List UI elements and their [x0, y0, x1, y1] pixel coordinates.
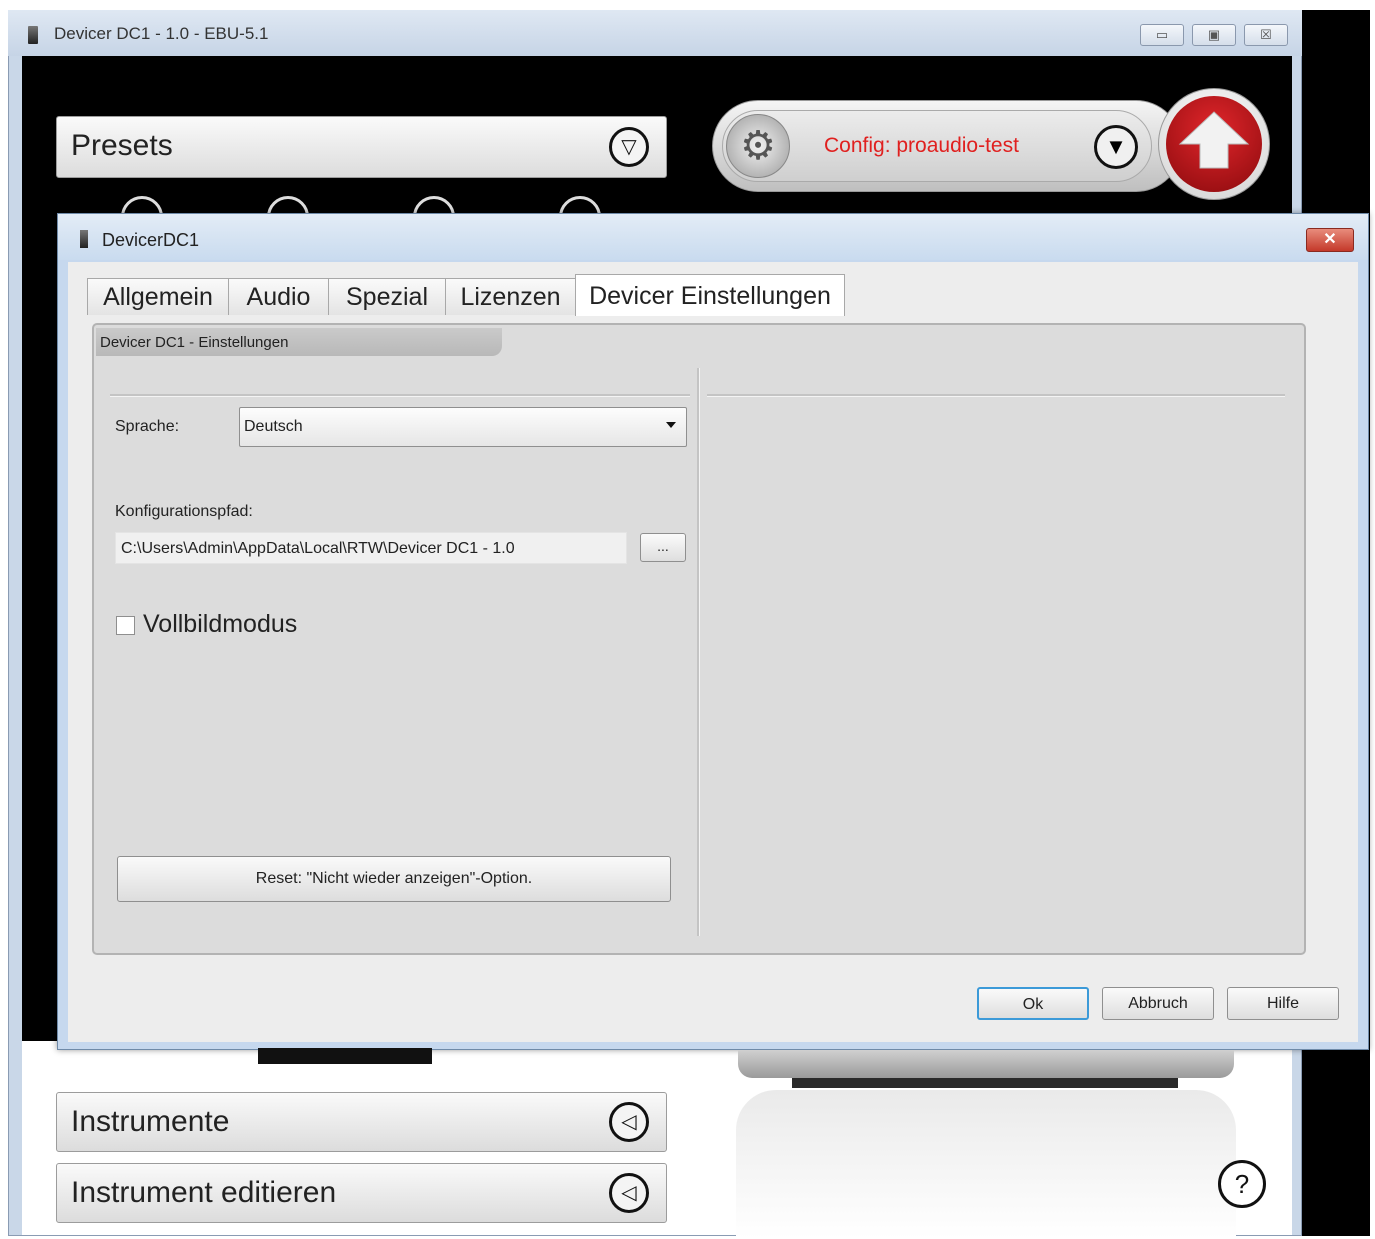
browse-button[interactable]: ...	[640, 533, 686, 562]
display-strip	[258, 1048, 432, 1064]
konfigurationspfad-value: C:\Users\Admin\AppData\Local\RTW\Devicer…	[121, 540, 515, 557]
dialog-close-button[interactable]: ✕	[1306, 228, 1354, 252]
config-label: Config: proaudio-test	[824, 134, 1019, 157]
sprache-value: Deutsch	[244, 418, 303, 435]
vollbildmodus-checkbox[interactable]	[116, 616, 135, 635]
divider	[707, 394, 1285, 397]
main-window-title: Devicer DC1 - 1.0 - EBU-5.1	[54, 24, 269, 43]
chevron-down-icon[interactable]: ▽	[609, 127, 649, 167]
maximize-button[interactable]: ▣	[1192, 24, 1236, 46]
sprache-select[interactable]	[239, 407, 687, 447]
instrument-editieren-label: Instrument editieren	[71, 1176, 337, 1209]
gear-icon[interactable]: ⚙	[726, 114, 790, 178]
chevron-left-icon[interactable]: ◁	[609, 1102, 649, 1142]
ok-button[interactable]: Ok	[977, 987, 1089, 1020]
group-title: Devicer DC1 - Einstellungen	[100, 334, 289, 351]
chevron-left-icon[interactable]: ◁	[609, 1173, 649, 1213]
cancel-button[interactable]: Abbruch	[1102, 987, 1214, 1020]
instrument-editieren-bar[interactable]: Instrument editieren ◁	[56, 1163, 667, 1223]
minimize-button[interactable]: ▭	[1140, 24, 1184, 46]
arrow-up-icon	[1178, 111, 1250, 169]
tab-lizenzen[interactable]: Lizenzen	[445, 278, 576, 315]
device-pedestal-body	[736, 1090, 1236, 1238]
dialog-title: DevicerDC1	[102, 230, 200, 250]
reset-button[interactable]: Reset: "Nicht wieder anzeigen"-Option.	[117, 856, 671, 902]
chevron-down-icon[interactable]: ▼	[1094, 125, 1138, 169]
sprache-label: Sprache:	[115, 418, 180, 435]
help-button[interactable]: Hilfe	[1227, 987, 1339, 1020]
tab-spezial[interactable]: Spezial	[328, 278, 446, 315]
dialog-titlebar	[58, 214, 1368, 260]
device-pedestal	[738, 1050, 1234, 1078]
app-icon	[28, 26, 38, 44]
vertical-divider	[697, 368, 700, 936]
dialog-app-icon	[80, 230, 88, 248]
tab-devicer-einstellungen[interactable]: Devicer Einstellungen	[575, 274, 845, 316]
caret-down-icon	[666, 422, 676, 428]
presets-bar[interactable]: Presets ▽	[56, 116, 667, 178]
close-button[interactable]: ☒	[1244, 24, 1288, 46]
konfigurationspfad-label: Konfigurationspfad:	[115, 503, 253, 520]
tab-allgemein[interactable]: Allgemein	[87, 278, 229, 315]
instrumente-bar[interactable]: Instrumente ◁	[56, 1092, 667, 1152]
help-icon[interactable]: ?	[1218, 1160, 1266, 1208]
vollbildmodus-label[interactable]: Vollbildmodus	[143, 610, 297, 639]
device-pedestal-shadow	[792, 1078, 1178, 1088]
divider	[110, 394, 690, 397]
tab-audio[interactable]: Audio	[228, 278, 329, 315]
instrumente-label: Instrumente	[71, 1105, 230, 1138]
presets-label: Presets	[71, 129, 173, 162]
